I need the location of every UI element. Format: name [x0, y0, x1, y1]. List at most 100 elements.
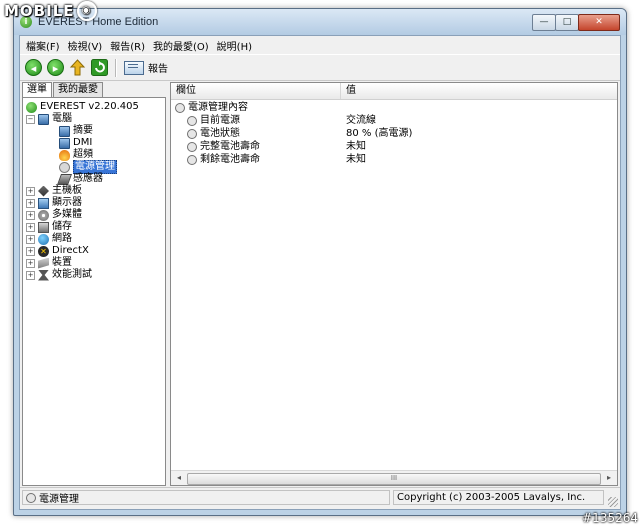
tree-item-dmi[interactable]: DMI [59, 137, 92, 149]
property-field: 剩餘電池壽命 [200, 154, 260, 165]
tree-item-display[interactable]: + 顯示器 [26, 197, 82, 209]
power-plug-icon [187, 154, 197, 165]
maximize-button[interactable]: □ [555, 14, 579, 31]
tree-item-label: 感應器 [73, 173, 103, 184]
app-window: i EVEREST Home Edition — □ ✕ 檔案(F) 檢視(V)… [13, 8, 627, 516]
devices-icon [38, 257, 49, 269]
tree-item-storage[interactable]: + 儲存 [26, 221, 72, 233]
expand-icon[interactable]: + [26, 234, 35, 244]
menu-file[interactable]: 檔案(F) [22, 38, 64, 53]
up-button[interactable] [68, 58, 87, 77]
property-row[interactable]: 剩餘電池壽命 未知 [171, 153, 617, 166]
expand-icon[interactable]: + [26, 270, 35, 280]
navigation-panel: 選單 我的最愛 EVEREST v2.20.405 − 電腦 摘要 DMI 超頻… [22, 82, 166, 486]
window-client: 檔案(F) 檢視(V) 報告(R) 我的最愛(O) 說明(H) ◂ ▸ 報告 選… [19, 35, 621, 510]
property-row[interactable]: 目前電源 交流線 [171, 114, 617, 127]
power-plug-icon [187, 128, 197, 139]
expand-icon[interactable]: + [26, 258, 35, 268]
collapse-icon[interactable]: − [26, 114, 35, 124]
tree-item-label: 多媒體 [52, 209, 82, 220]
tree-item-motherboard[interactable]: + 主機板 [26, 185, 82, 197]
everest-icon [26, 101, 37, 113]
overclock-icon [59, 149, 70, 161]
back-button[interactable]: ◂ [24, 58, 43, 77]
tree-view: EVEREST v2.20.405 − 電腦 摘要 DMI 超頻 電源管理 感應… [22, 97, 166, 486]
computer-icon [38, 113, 49, 125]
image-id-tag: #135264 [582, 511, 638, 525]
expand-icon[interactable]: + [26, 198, 35, 208]
power-plug-icon [26, 492, 36, 503]
property-value: 80 % (高電源) [346, 128, 413, 139]
expand-icon[interactable]: + [26, 210, 35, 220]
forward-button[interactable]: ▸ [46, 58, 65, 77]
watermark-logo: MOBILE ◉ [4, 1, 97, 21]
tree-item-computer[interactable]: − 電腦 [26, 113, 72, 125]
report-button-label: 報告 [148, 64, 168, 75]
expand-icon[interactable]: + [26, 222, 35, 232]
close-button[interactable]: ✕ [578, 14, 620, 31]
property-value: 交流線 [346, 115, 376, 126]
property-row[interactable]: 電池狀態 80 % (高電源) [171, 127, 617, 140]
scrollbar-thumb[interactable]: III [187, 473, 601, 485]
property-value: 未知 [346, 141, 366, 152]
property-field: 電池狀態 [200, 128, 240, 139]
forward-arrow-icon: ▸ [47, 59, 64, 76]
property-group-label: 電源管理內容 [188, 102, 248, 113]
expand-icon[interactable]: + [26, 246, 35, 256]
menu-report[interactable]: 報告(R) [106, 38, 149, 53]
refresh-button[interactable] [90, 58, 109, 77]
tab-favorites[interactable]: 我的最愛 [53, 82, 103, 97]
motherboard-icon [38, 185, 49, 197]
menu-bar: 檔案(F) 檢視(V) 報告(R) 我的最愛(O) 說明(H) [20, 36, 620, 54]
watermark-icon: ◉ [76, 1, 97, 21]
tree-item-label: 主機板 [52, 185, 82, 196]
column-header-value[interactable]: 值 [341, 83, 617, 99]
toolbar-separator [115, 58, 117, 77]
status-bar: 電源管理 Copyright (c) 2003-2005 Lavalys, In… [20, 487, 620, 509]
up-arrow-icon [69, 59, 86, 76]
tree-item-power-management[interactable]: 電源管理 [59, 160, 117, 174]
details-panel: 欄位 值 電源管理內容 目前電源 交流線 電池狀態 80 % (高電源) 完整電… [170, 82, 618, 486]
tree-item-label: 效能測試 [52, 269, 92, 280]
tree-item-label: 電腦 [52, 113, 72, 124]
panel-tabs: 選單 我的最愛 [22, 82, 104, 99]
tree-item-sensor[interactable]: 感應器 [56, 173, 103, 185]
tree-item-label: 網路 [52, 233, 72, 244]
tree-item-summary[interactable]: 摘要 [59, 125, 93, 137]
property-group-row[interactable]: 電源管理內容 [171, 101, 617, 114]
scroll-right-icon[interactable]: ▸ [602, 472, 616, 484]
tree-item-benchmark[interactable]: + 效能測試 [26, 269, 92, 281]
scroll-left-icon[interactable]: ◂ [172, 472, 186, 484]
tree-item-multimedia[interactable]: + 多媒體 [26, 209, 82, 221]
tree-item-label: 裝置 [52, 257, 72, 268]
back-arrow-icon: ◂ [25, 59, 42, 76]
minimize-button[interactable]: — [532, 14, 556, 31]
tree-item-root[interactable]: EVEREST v2.20.405 [26, 101, 139, 113]
property-value: 未知 [346, 154, 366, 165]
watermark-text: MOBILE [4, 2, 75, 20]
tree-item-network[interactable]: + 網路 [26, 233, 72, 245]
summary-icon [59, 125, 70, 137]
status-copyright: Copyright (c) 2003-2005 Lavalys, Inc. [393, 490, 604, 505]
horizontal-scrollbar[interactable]: ◂ III ▸ [171, 470, 617, 485]
menu-view[interactable]: 檢視(V) [64, 38, 107, 53]
storage-icon [38, 221, 49, 233]
property-field: 完整電池壽命 [200, 141, 260, 152]
tree-item-label: 儲存 [52, 221, 72, 232]
list-header: 欄位 值 [171, 83, 617, 100]
tree-item-directx[interactable]: + ✕ DirectX [26, 245, 89, 257]
menu-help[interactable]: 說明(H) [213, 38, 256, 53]
tree-item-label: DirectX [52, 245, 89, 256]
sensor-icon [56, 173, 73, 185]
tree-item-devices[interactable]: + 裝置 [26, 257, 72, 269]
status-left-text: 電源管理 [39, 494, 79, 505]
tree-item-label: DMI [73, 137, 93, 148]
report-button[interactable]: 報告 [122, 58, 170, 77]
title-bar[interactable]: i EVEREST Home Edition — □ ✕ [14, 9, 626, 35]
property-row[interactable]: 完整電池壽命 未知 [171, 140, 617, 153]
menu-favorites[interactable]: 我的最愛(O) [149, 38, 213, 53]
resize-grip-icon[interactable] [608, 497, 618, 507]
column-header-field[interactable]: 欄位 [171, 83, 341, 99]
expand-icon[interactable]: + [26, 186, 35, 196]
property-field: 目前電源 [200, 115, 240, 126]
